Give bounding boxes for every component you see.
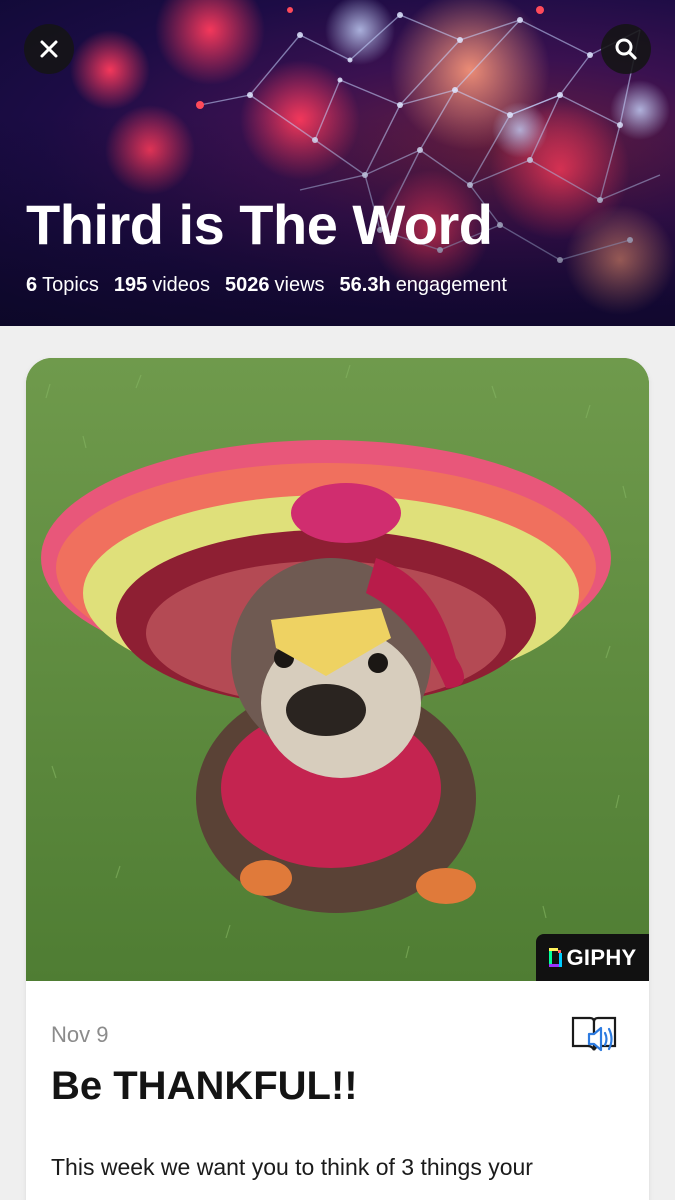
post-card[interactable]: GIPHY Nov 9 Be THANKFUL!! This week we w…	[26, 358, 649, 1200]
post-gif[interactable]: GIPHY	[26, 358, 649, 981]
read-aloud-book-icon[interactable]	[570, 1012, 622, 1056]
stat-views: 5026 views	[225, 274, 325, 296]
topic-header: Third is The Word 6 Topics 195 videos 5026…	[0, 0, 675, 326]
stat-engagement: 56.3h engagement	[339, 274, 507, 296]
post-body: This week we want you to think of 3 thin…	[51, 1154, 533, 1180]
stat-videos: 195 videos	[113, 274, 211, 296]
close-button[interactable]	[24, 24, 74, 74]
topic-stats: 6 Topics 195 videos 5026 views 56.3h engagem…	[26, 274, 507, 297]
close-icon	[40, 40, 58, 58]
post-date: Nov 9	[51, 1022, 109, 1047]
giphy-badge: GIPHY	[536, 934, 649, 981]
post-title: Be THANKFUL!!	[51, 1064, 358, 1108]
pug-turkey-costume-image	[26, 358, 649, 981]
search-button[interactable]	[601, 24, 651, 74]
stat-topics: 6 Topics	[26, 274, 99, 296]
giphy-label: GIPHY	[566, 944, 637, 970]
giphy-logo-icon	[548, 948, 562, 967]
search-icon	[615, 38, 637, 60]
page-title: Third is The Word	[26, 193, 493, 256]
